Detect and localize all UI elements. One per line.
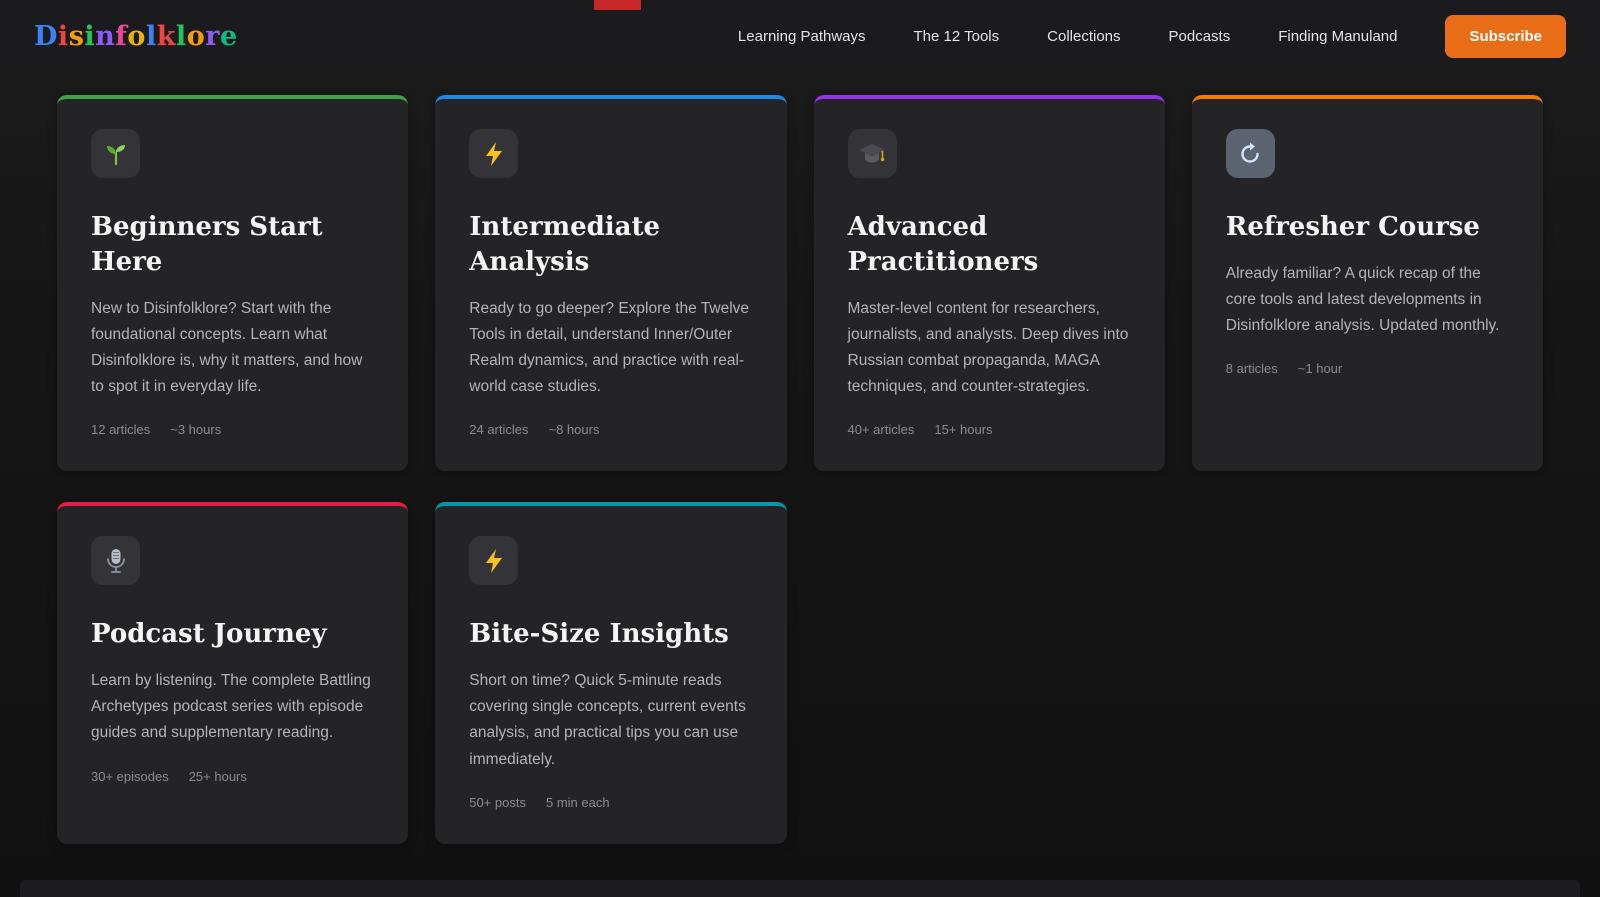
card-description: New to Disinfolklore? Start with the fou… [91,300,363,396]
graduation-cap-icon [858,142,886,166]
main-nav: Learning Pathways The 12 Tools Collectio… [738,14,1566,58]
meta-duration: ~1 hour [1297,361,1343,377]
card-title: Podcast Journey [91,619,327,650]
nav-item-collections[interactable]: Collections [1047,28,1120,45]
pathway-card-intermediate[interactable]: Intermediate Analysis Ready to go deeper… [435,95,787,472]
card-title: Advanced Practitioners [847,212,1039,278]
icon-tile [91,536,140,586]
card-title: Refresher Course [1225,212,1480,242]
next-section-edge [20,880,1580,897]
card-meta: 40+ articles 15+ hours [848,422,1131,437]
card-title: Beginners Start Here [91,212,323,278]
card-meta: 30+ episodes 25+ hours [91,769,374,784]
subscribe-button[interactable]: Subscribe [1445,14,1566,58]
card-description: Ready to go deeper? Explore the Twelve T… [469,300,750,396]
refresh-icon [1238,142,1262,166]
pathway-card-beginners[interactable]: Beginners Start Here New to Disinfolklor… [57,95,409,472]
card-title: Bite-Size Insights [469,619,729,650]
pathway-card-refresher[interactable]: Refresher Course Already familiar? A qui… [1191,95,1543,472]
pathway-grid: Beginners Start Here New to Disinfolklor… [0,72,1600,844]
meta-count: 24 articles [469,422,529,438]
card-meta: 50+ posts 5 min each [469,795,752,810]
card-meta: 12 articles ~3 hours [91,422,374,437]
microphone-icon [105,548,127,574]
icon-tile [469,129,519,178]
icon-tile [469,536,519,586]
icon-tile [91,129,140,178]
meta-count: 30+ episodes [91,768,169,784]
meta-duration: 5 min each [546,794,610,810]
pathway-card-podcast[interactable]: Podcast Journey Learn by listening. The … [57,502,409,844]
pathway-card-bite-size[interactable]: Bite-Size Insights Short on time? Quick … [435,502,787,844]
nav-item-finding-manuland[interactable]: Finding Manuland [1278,28,1397,45]
card-title: Intermediate Analysis [469,212,661,278]
icon-tile [1225,129,1275,178]
meta-duration: 15+ hours [934,422,993,438]
meta-duration: 25+ hours [188,768,247,784]
meta-count: 12 articles [91,422,151,438]
meta-duration: ~3 hours [170,422,222,438]
nav-item-learning-pathways[interactable]: Learning Pathways [738,28,866,45]
meta-count: 8 articles [1225,361,1278,377]
card-description: Already familiar? A quick recap of the c… [1225,265,1500,335]
card-description: Master-level content for researchers, jo… [847,300,1129,396]
card-meta: 24 articles ~8 hours [469,422,752,437]
logo[interactable]: Disinfolklore [34,21,238,52]
icon-tile [847,129,897,178]
pathway-card-advanced[interactable]: Advanced Practitioners Master-level cont… [813,95,1165,472]
meta-count: 50+ posts [469,794,526,810]
site-header: Disinfolklore Learning Pathways The 12 T… [0,0,1600,72]
top-red-strip [594,0,641,10]
lightning-icon [482,548,506,574]
card-meta: 8 articles ~1 hour [1226,361,1509,376]
meta-duration: ~8 hours [548,422,600,438]
nav-item-podcasts[interactable]: Podcasts [1169,28,1231,45]
nav-item-the-12-tools[interactable]: The 12 Tools [914,28,1000,45]
lightning-icon [482,141,506,167]
seedling-icon [103,141,129,167]
meta-count: 40+ articles [847,422,915,438]
card-description: Short on time? Quick 5-minute reads cove… [469,672,746,768]
card-description: Learn by listening. The complete Battlin… [91,672,371,742]
